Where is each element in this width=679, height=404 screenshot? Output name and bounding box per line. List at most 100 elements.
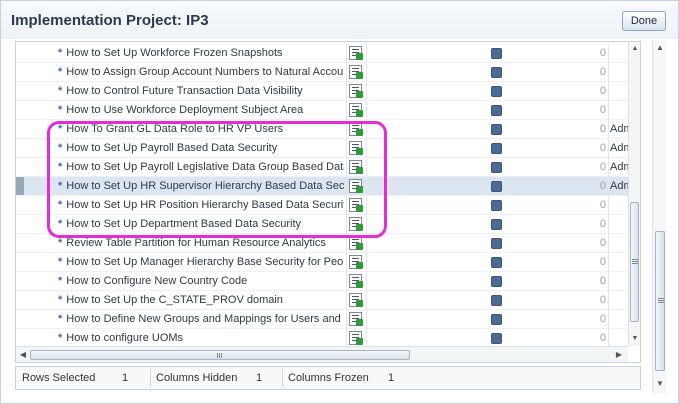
row-selector[interactable]	[16, 215, 24, 233]
row-selector[interactable]	[16, 139, 24, 157]
scroll-down-arrow-icon[interactable]: ▼	[655, 379, 665, 389]
task-name: * How to Set Up Payroll Based Data Securi…	[58, 142, 344, 154]
go-arrow-icon	[356, 338, 363, 345]
task-name-text: How to Assign Group Account Numbers to N…	[66, 66, 344, 78]
go-to-task-icon[interactable]	[349, 65, 363, 79]
table-row[interactable]: * How to Set Up HR Position Hierarchy Bas…	[16, 196, 628, 215]
row-selector[interactable]	[16, 101, 24, 119]
table-row[interactable]: * How to Set Up Payroll Based Data Securi…	[16, 139, 628, 158]
go-to-task-icon[interactable]	[349, 179, 363, 193]
table-horizontal-scrollbar[interactable]: ◀ ▶	[16, 346, 628, 362]
go-to-task-icon[interactable]	[349, 217, 363, 231]
column-divider	[366, 63, 367, 82]
required-star-icon: *	[58, 123, 63, 135]
scroll-left-arrow-icon[interactable]: ◀	[18, 350, 28, 360]
table-row[interactable]: * How To Grant GL Data Role to HR VP User…	[16, 120, 628, 139]
column-divider	[608, 101, 609, 120]
row-selector[interactable]	[16, 272, 24, 290]
implementation-project-dialog: Implementation Project: IP3 Done * How to…	[0, 0, 679, 404]
column-divider	[366, 82, 367, 101]
go-arrow-icon	[356, 319, 363, 326]
grip-line	[658, 298, 664, 299]
go-to-task-icon[interactable]	[349, 103, 363, 117]
task-name-text: How to Set Up Department Based Data Secu…	[66, 218, 302, 230]
table-row[interactable]: * How to Control Future Transaction Data …	[16, 82, 628, 101]
table-row[interactable]: * How to Set Up the C_STATE_PROV domain 0	[16, 291, 628, 310]
table-horizontal-scroll-thumb[interactable]	[30, 350, 410, 360]
go-arrow-icon	[356, 53, 363, 60]
go-to-task-icon[interactable]	[349, 331, 363, 345]
grip-line	[632, 261, 638, 262]
go-to-task-icon[interactable]	[349, 160, 363, 174]
row-selector[interactable]	[16, 63, 24, 81]
row-selector[interactable]	[16, 329, 24, 347]
table-row[interactable]: * How to Configure New Country Code 0	[16, 272, 628, 291]
task-name-text: How to configure UOMs	[66, 332, 184, 344]
column-divider	[346, 101, 347, 120]
task-count: 0	[599, 104, 606, 116]
row-selector[interactable]	[16, 234, 24, 252]
table-row[interactable]: * How to Set Up Workforce Frozen Snapshot…	[16, 44, 628, 63]
go-to-task-icon[interactable]	[349, 236, 363, 250]
table-row[interactable]: * How to Set Up HR Supervisor Hierarchy B…	[16, 177, 628, 196]
table-vertical-scrollbar[interactable]: ▲ ▼	[628, 42, 640, 346]
go-to-task-icon[interactable]	[349, 312, 363, 326]
dialog-vertical-scrollbar[interactable]: ▲ ▼	[652, 41, 666, 393]
status-icon	[491, 105, 502, 116]
table-row[interactable]: * How to Set Up Payroll Legislative Data …	[16, 158, 628, 177]
task-count: 0	[599, 180, 606, 192]
row-selector[interactable]	[16, 158, 24, 176]
column-divider	[608, 63, 609, 82]
dialog-vertical-scroll-thumb[interactable]	[655, 231, 665, 371]
done-button[interactable]: Done	[622, 11, 666, 31]
column-divider	[346, 177, 347, 196]
column-divider	[346, 82, 347, 101]
divider	[282, 369, 283, 387]
table-row[interactable]: * Review Table Partition for Human Resour…	[16, 234, 628, 253]
scroll-up-arrow-icon[interactable]: ▲	[655, 43, 665, 53]
table-row[interactable]: * How to Define New Groups and Mappings f…	[16, 310, 628, 329]
task-count: 0	[599, 275, 606, 287]
table-vertical-scroll-thumb[interactable]	[630, 202, 639, 322]
rows-selected-label: Rows Selected	[22, 372, 96, 384]
scroll-down-arrow-icon[interactable]: ▼	[630, 334, 640, 344]
go-to-task-icon[interactable]	[349, 84, 363, 98]
column-divider	[366, 215, 367, 234]
scroll-up-arrow-icon[interactable]: ▲	[630, 44, 640, 54]
go-to-task-icon[interactable]	[349, 293, 363, 307]
table-row[interactable]: * How to Set Up Department Based Data Sec…	[16, 215, 628, 234]
scroll-right-arrow-icon[interactable]: ▶	[614, 350, 624, 360]
row-selector[interactable]	[16, 44, 24, 62]
column-divider	[346, 272, 347, 291]
row-selector[interactable]	[16, 196, 24, 214]
go-to-task-icon[interactable]	[349, 141, 363, 155]
row-selector[interactable]	[16, 253, 24, 271]
column-divider	[366, 177, 367, 196]
column-divider	[608, 234, 609, 253]
go-to-task-icon[interactable]	[349, 198, 363, 212]
go-arrow-icon	[356, 148, 363, 155]
row-selector[interactable]	[16, 120, 24, 138]
go-to-task-icon[interactable]	[349, 255, 363, 269]
go-to-task-icon[interactable]	[349, 274, 363, 288]
row-selector[interactable]	[16, 310, 24, 328]
table-row[interactable]: * How to Use Workforce Deployment Subject…	[16, 101, 628, 120]
task-name: * How to Set Up HR Supervisor Hierarchy B…	[58, 180, 344, 192]
column-divider	[366, 120, 367, 139]
table-row[interactable]: * How to Set Up Manager Hierarchy Base Se…	[16, 253, 628, 272]
go-to-task-icon[interactable]	[349, 122, 363, 136]
column-divider	[346, 158, 347, 177]
dialog-header: Implementation Project: IP3 Done	[1, 1, 678, 39]
table-row[interactable]: * How to Assign Group Account Numbers to …	[16, 63, 628, 82]
row-selector[interactable]	[16, 291, 24, 309]
task-count: 0	[599, 256, 606, 268]
row-selector[interactable]	[16, 82, 24, 100]
task-name-text: How to Set Up Payroll Legislative Data G…	[66, 161, 344, 173]
column-divider	[346, 120, 347, 139]
required-star-icon: *	[58, 180, 63, 192]
status-icon	[491, 124, 502, 135]
row-selector[interactable]	[16, 177, 24, 195]
task-table: * How to Set Up Workforce Frozen Snapshot…	[15, 41, 641, 363]
go-to-task-icon[interactable]	[349, 46, 363, 60]
required-star-icon: *	[58, 142, 63, 154]
